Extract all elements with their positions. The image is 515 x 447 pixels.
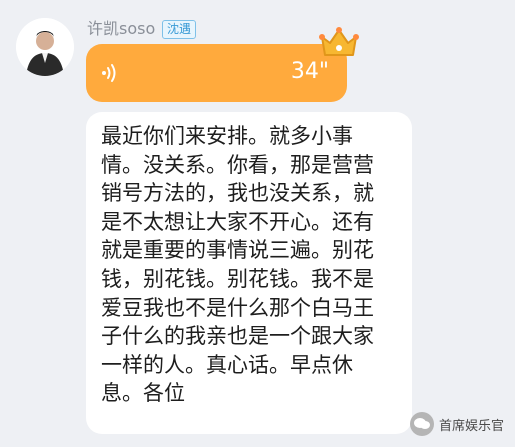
crown-icon	[319, 27, 359, 56]
avatar[interactable]	[16, 18, 74, 76]
watermark-text: 首席娱乐官	[439, 418, 505, 434]
voice-wave-icon	[102, 64, 116, 82]
sender-name[interactable]: 许凯soso	[87, 18, 155, 40]
wechat-icon	[410, 412, 434, 436]
text-message-bubble[interactable]: 最近你们来安排。就多小事 情。没关系。你看，那是营营 销号方法的，我也没关系，就…	[86, 112, 412, 434]
voice-duration: 34"	[290, 59, 329, 84]
voice-message-bubble[interactable]: 34"	[86, 44, 347, 102]
watermark: 首席娱乐官	[410, 412, 504, 436]
sender-badge: 沈遇	[162, 20, 197, 39]
message-text: 最近你们来安排。就多小事 情。没关系。你看，那是营营 销号方法的，我也没关系，就…	[101, 124, 374, 406]
